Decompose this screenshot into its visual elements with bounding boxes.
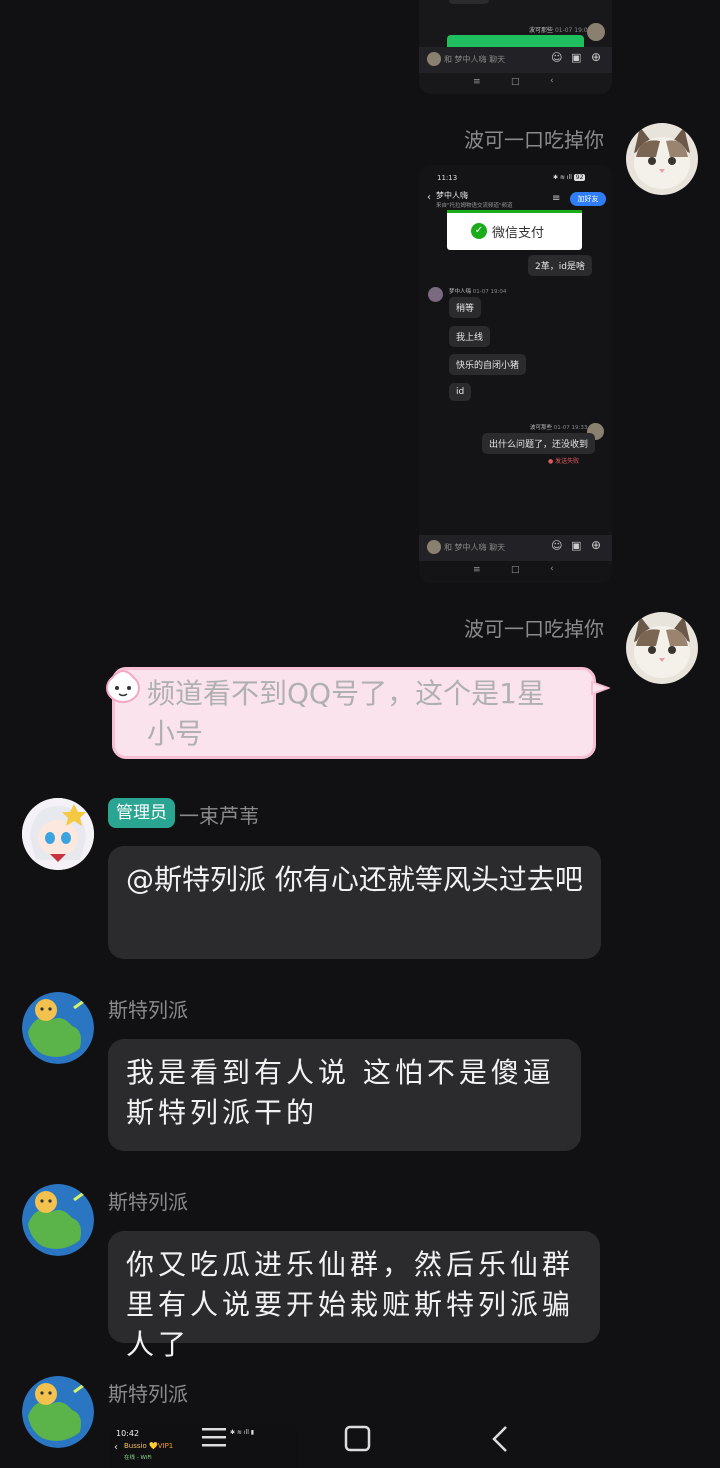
menu-icon: ≡ <box>473 77 481 87</box>
mini-sender: 波可那些 <box>529 27 554 34</box>
mini-bubble: 稍等 <box>449 297 482 318</box>
error-icon: ● <box>548 458 554 465</box>
back-chevron-icon[interactable]: ‹ <box>427 192 431 203</box>
mini-input-placeholder: 和 梦中人嗨 聊天 <box>444 543 506 552</box>
mini-input-placeholder: 和 梦中人嗨 聊天 <box>444 55 506 64</box>
mini-avatar <box>587 23 605 41</box>
add-friend-button[interactable]: 加好友 <box>570 192 606 206</box>
back-icon: ‹ <box>550 564 554 574</box>
sender-name: 斯特列派 <box>108 1190 188 1214</box>
cat-avatar[interactable] <box>626 612 698 684</box>
battery-icon: 92 <box>573 174 586 181</box>
plus-icon: ⊕ <box>591 50 602 64</box>
message-bubble[interactable]: 你又吃瓜进乐仙群，然后乐仙群里有人说要开始栽赃斯特列派骗人了 <box>108 1231 600 1361</box>
image-icon: ▣ <box>571 51 582 64</box>
sender-name: 斯特列派 <box>108 1382 188 1406</box>
menu-icon[interactable]: ≡ <box>552 193 560 204</box>
mini-input-bar: 和 梦中人嗨 聊天 ☺ ▣ ⊕ <box>419 47 612 73</box>
home-button[interactable] <box>343 1424 373 1454</box>
mini-input-avatar <box>427 52 441 66</box>
decorated-bubble[interactable]: 频道看不到QQ号了，这个是1星小号 <box>112 667 596 759</box>
mini-time: 01-07 19:04 <box>472 289 507 295</box>
emoji-icon: ☺ <box>551 539 563 552</box>
wechat-pay-icon: ✓ <box>471 223 487 239</box>
sender-name: 一束芦苇 <box>179 804 259 828</box>
system-navbar <box>0 1408 720 1468</box>
green-bubble <box>447 35 584 47</box>
wechat-pay-card: ✓ 微信支付 <box>447 210 582 250</box>
mini-bubble: 2革，id是啥 <box>528 255 592 276</box>
mini-bubble: 我上线 <box>449 326 491 347</box>
mini-bubble: 快乐的自闭小猪 <box>449 354 527 375</box>
message-bubble[interactable]: @斯特列派 你有心还就等风头过去吧 <box>108 846 601 959</box>
bubble-tail-icon <box>590 678 611 698</box>
message-text: 我是看到有人说 这怕不是傻逼斯特列派干的 <box>126 1056 555 1129</box>
message-text: 频道看不到QQ号了，这个是1星小号 <box>147 677 545 750</box>
mini-input-avatar <box>427 540 441 554</box>
menu-icon: ≡ <box>473 565 481 575</box>
recent-apps-button[interactable] <box>200 1424 230 1450</box>
mini-bubble: id <box>449 383 472 401</box>
send-failed-text: 发送失败 <box>555 458 580 465</box>
mini-bubble-cut <box>449 0 489 4</box>
mini-navbar: ≡ □ ‹ <box>419 73 612 94</box>
mini-sender: 波可那些 <box>530 425 553 431</box>
mini-time: 01-07 19:33 <box>553 425 588 431</box>
sender-name: 波可一口吃掉你 <box>464 128 604 152</box>
plus-icon: ⊕ <box>591 538 602 552</box>
mini-navbar: ≡ □ ‹ <box>419 561 612 583</box>
anime-avatar[interactable] <box>22 798 94 870</box>
bubble-mascot-icon <box>104 664 142 704</box>
earth-avatar[interactable] <box>22 1184 94 1256</box>
back-button[interactable] <box>488 1424 514 1454</box>
chat-image-1[interactable]: 波可那些 01-07 19:02 和 梦中人嗨 聊天 ☺ ▣ ⊕ ≡ □ ‹ <box>419 0 612 94</box>
sender-name: 斯特列派 <box>108 998 188 1022</box>
channel-name: 梦中人嗨 <box>436 191 468 200</box>
mini-input-bar: 和 梦中人嗨 聊天 ☺ ▣ ⊕ <box>419 535 612 561</box>
mini-bubble: 出什么问题了，还没收到 <box>482 433 596 454</box>
emoji-icon: ☺ <box>551 51 563 64</box>
mini-sender: 梦中人嗨 <box>449 289 472 295</box>
cat-avatar[interactable] <box>626 123 698 195</box>
image-icon: ▣ <box>571 539 582 552</box>
wechat-pay-label: 微信支付 <box>492 226 545 241</box>
channel-sub: 来自"托拉姆物语交流频道"频道 <box>436 203 513 209</box>
earth-avatar[interactable] <box>22 992 94 1064</box>
message-bubble[interactable]: 我是看到有人说 这怕不是傻逼斯特列派干的 <box>108 1039 581 1151</box>
admin-badge: 管理员 <box>108 798 175 828</box>
message-text: @斯特列派 你有心还就等风头过去吧 <box>126 863 583 896</box>
status-icons: ✱ ≋ ıll 92 <box>553 174 586 181</box>
home-icon: □ <box>511 565 520 575</box>
back-icon: ‹ <box>550 76 554 86</box>
sender-name: 波可一口吃掉你 <box>464 617 604 641</box>
mini-avatar <box>428 287 443 302</box>
chat-image-2[interactable]: 11:13 ✱ ≋ ıll 92 ‹ 梦中人嗨 来自"托拉姆物语交流频道"频道 … <box>419 165 612 583</box>
home-icon: □ <box>511 77 520 87</box>
message-text: 你又吃瓜进乐仙群，然后乐仙群里有人说要开始栽赃斯特列派骗人了 <box>126 1248 575 1361</box>
status-time: 11:13 <box>437 174 458 182</box>
